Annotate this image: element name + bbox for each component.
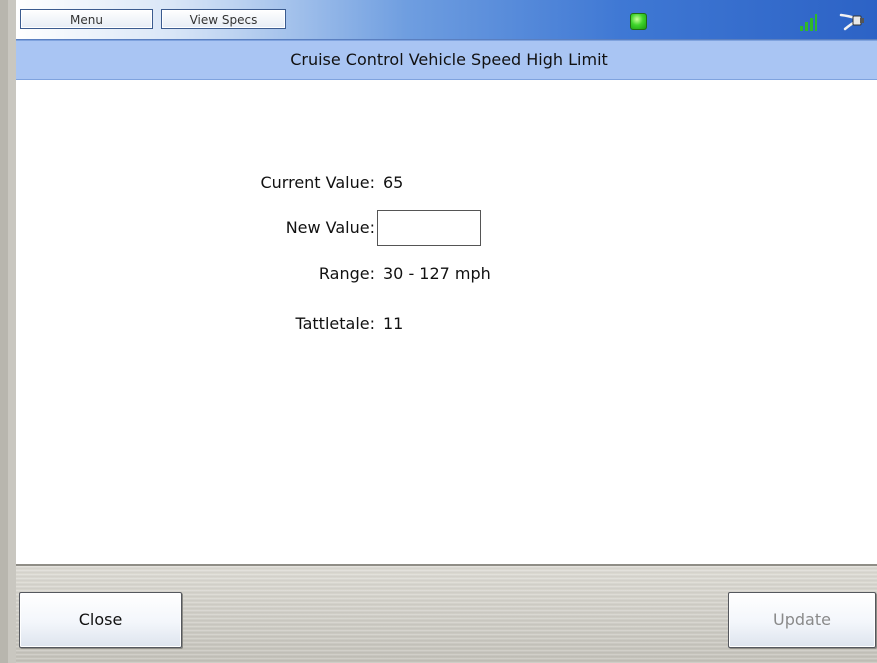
- current-value: 65: [383, 173, 404, 192]
- new-value-row: New Value:: [16, 210, 877, 246]
- range-label: Range:: [318, 264, 375, 283]
- tattletale-value: 11: [383, 314, 404, 333]
- range-row: Range: 30 - 127 mph: [16, 256, 877, 292]
- page-title: Cruise Control Vehicle Speed High Limit: [16, 40, 877, 80]
- bottom-action-bar: Close Update: [16, 566, 877, 663]
- close-button[interactable]: Close: [19, 592, 182, 648]
- update-button[interactable]: Update: [728, 592, 876, 648]
- plug-connection-icon: [839, 13, 864, 31]
- new-value-input[interactable]: [377, 210, 481, 246]
- app-frame: Menu View Specs Cruise Control Vehicle S…: [0, 0, 877, 663]
- tattletale-row: Tattletale: 11: [16, 306, 877, 342]
- tattletale-label: Tattletale:: [295, 314, 375, 333]
- current-value-label: Current Value:: [260, 173, 375, 192]
- menu-button[interactable]: Menu: [20, 9, 153, 29]
- top-toolbar: Menu View Specs: [16, 0, 877, 40]
- signal-strength-icon: [800, 14, 817, 31]
- range-value: 30 - 127 mph: [383, 264, 491, 283]
- settings-panel: Current Value: 65 New Value: Range: 30 -…: [16, 80, 877, 566]
- view-specs-button[interactable]: View Specs: [161, 9, 286, 29]
- status-led-icon: [630, 13, 647, 30]
- current-value-row: Current Value: 65: [16, 165, 877, 201]
- new-value-label: New Value:: [285, 218, 375, 237]
